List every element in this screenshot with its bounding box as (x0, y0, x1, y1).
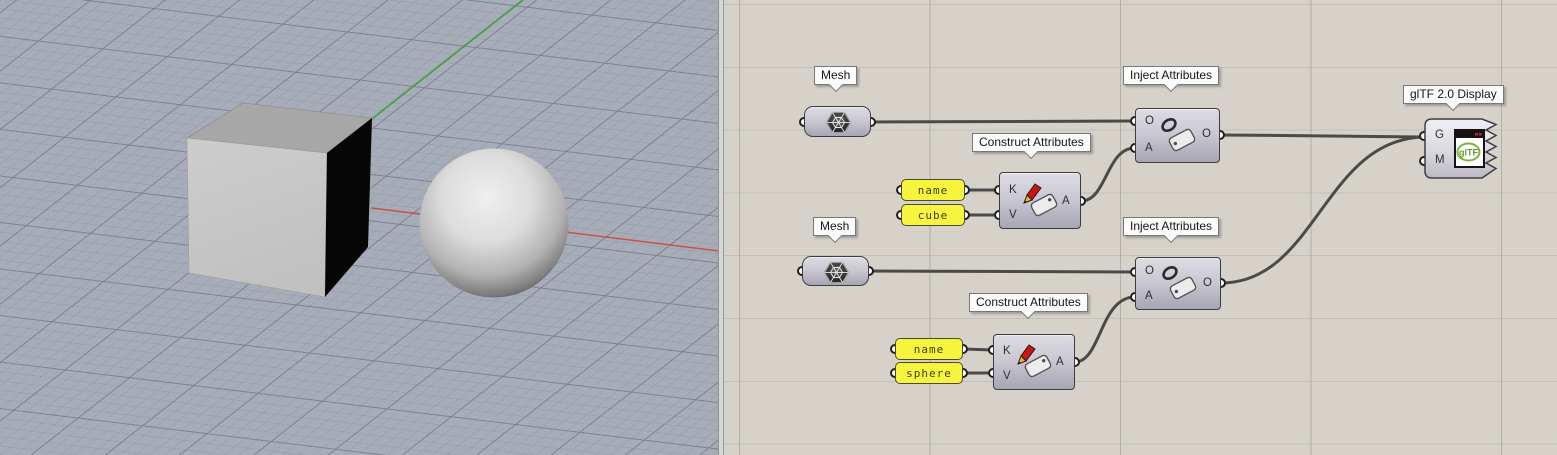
panel-cube-text: cube (918, 209, 949, 222)
wire-construct1-to-inject1-a[interactable] (1081, 148, 1135, 201)
nametag-mesh-2: Mesh (813, 217, 856, 236)
nametag-gltf-display: glTF 2.0 Display (1403, 85, 1504, 104)
construct2-port-v: V (1003, 371, 1011, 382)
inject-attributes-2[interactable]: O A O (1135, 257, 1221, 310)
wire-inject1-to-gltf-g[interactable] (1220, 135, 1424, 137)
cube-mesh[interactable] (187, 103, 372, 297)
nametag-mesh-1: Mesh (814, 66, 857, 85)
gltf-port-g: G (1435, 130, 1444, 141)
inject-attributes-icon (1156, 114, 1200, 158)
gltf-port-m: M (1435, 155, 1445, 166)
mesh-icon (825, 110, 852, 135)
construct2-port-a: A (1056, 357, 1064, 368)
construct1-port-k: K (1009, 185, 1017, 196)
panel-cube[interactable]: cube (901, 204, 965, 226)
viewport-scene (0, 0, 718, 455)
construct1-port-a: A (1062, 196, 1070, 207)
construct-attributes-1[interactable]: K V A (999, 172, 1081, 229)
nametag-inject-1: Inject Attributes (1123, 66, 1219, 85)
gltf-display-component[interactable]: G M glTF (1424, 118, 1500, 179)
inject1-port-o-out: O (1202, 129, 1211, 140)
wire-mesh2-to-inject2[interactable] (869, 271, 1135, 272)
panel-name-2[interactable]: name (895, 338, 963, 360)
panel-name-1-text: name (918, 184, 949, 197)
inject2-port-o-in: O (1145, 266, 1154, 277)
app-window: Mesh Mesh (0, 0, 1557, 455)
sphere-mesh[interactable] (420, 149, 569, 298)
wire-mesh1-to-inject1[interactable] (871, 121, 1135, 122)
nametag-inject-2: Inject Attributes (1123, 217, 1219, 236)
panel-name-2-text: name (914, 343, 945, 356)
construct-attributes-icon (1020, 181, 1060, 221)
panel-sphere[interactable]: sphere (895, 362, 963, 384)
inject1-port-a: A (1145, 143, 1153, 154)
inject-attributes-1[interactable]: O A O (1135, 108, 1220, 163)
nametag-construct-1: Construct Attributes (972, 133, 1091, 152)
svg-text:glTF: glTF (1459, 148, 1478, 158)
inject1-port-o-in: O (1145, 116, 1154, 127)
cube-front-face (187, 138, 327, 297)
nametag-construct-2: Construct Attributes (969, 293, 1088, 312)
construct-attributes-2[interactable]: K V A (993, 334, 1075, 390)
inject2-port-o-out: O (1203, 278, 1212, 289)
inject-attributes-icon (1157, 262, 1201, 306)
mesh-param-2[interactable] (802, 256, 869, 286)
grasshopper-canvas[interactable]: Mesh Mesh (724, 0, 1557, 455)
panel-sphere-text: sphere (906, 367, 952, 380)
construct2-port-k: K (1003, 346, 1011, 357)
rhino-viewport[interactable] (0, 0, 718, 455)
inject2-port-a: A (1145, 291, 1153, 302)
y-axis-line (372, 0, 523, 119)
wire-inject2-to-gltf-g[interactable] (1221, 137, 1424, 283)
gltf-logo-icon: glTF (1454, 129, 1485, 168)
construct1-port-v: V (1009, 210, 1017, 221)
mesh-param-1[interactable] (804, 106, 871, 137)
mesh-icon (823, 260, 850, 285)
panel-name-1[interactable]: name (901, 179, 965, 201)
construct-attributes-icon (1014, 342, 1054, 382)
